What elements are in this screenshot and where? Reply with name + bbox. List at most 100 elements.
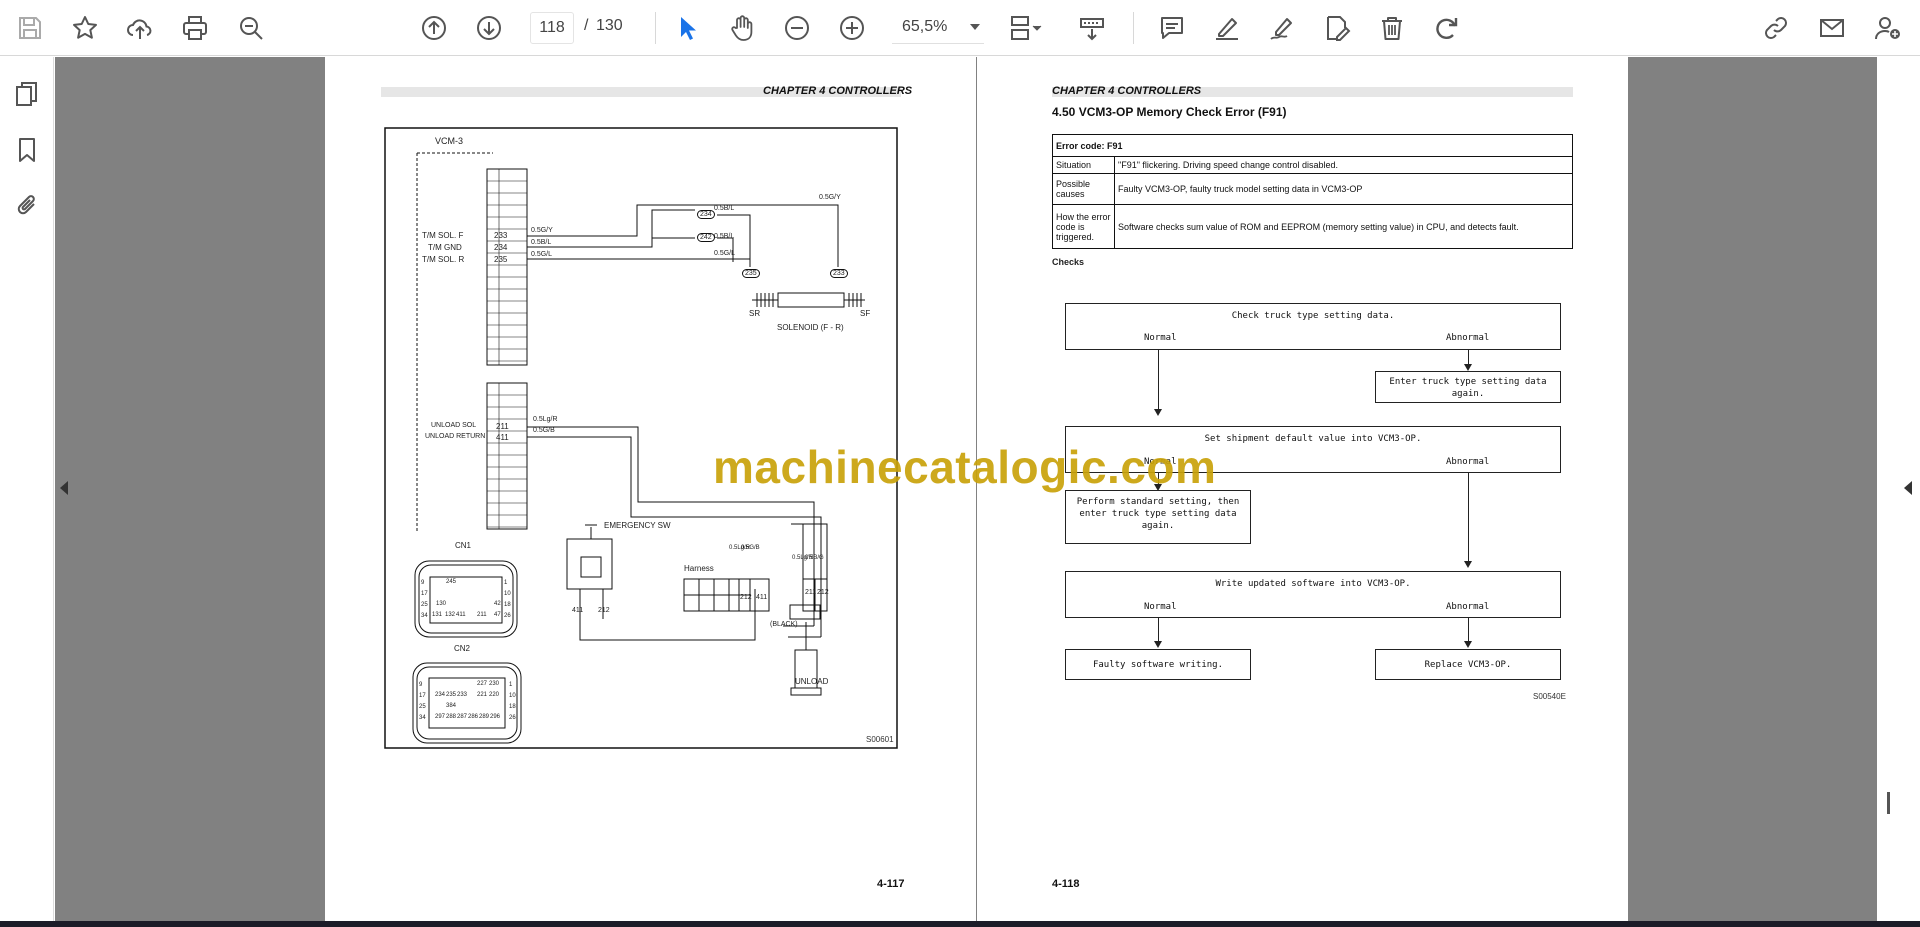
cn2-pin: 384 xyxy=(446,703,457,709)
edit-pdf-icon[interactable] xyxy=(1319,10,1355,46)
cn2-pin: 289 xyxy=(479,714,490,720)
next-page-icon[interactable] xyxy=(471,10,507,46)
pin-label: 212 xyxy=(598,607,610,614)
scroll-mode-icon[interactable] xyxy=(1074,10,1110,46)
right-panel-strip xyxy=(1877,57,1920,921)
highlight-pen-icon[interactable] xyxy=(1209,10,1245,46)
pin-bubble: 242 xyxy=(697,233,715,242)
row-pin: 235 xyxy=(494,255,508,264)
flow-label-abnormal: Abnormal xyxy=(1446,602,1490,612)
flow-label-abnormal: Abnormal xyxy=(1446,457,1490,467)
cn2-pin: 220 xyxy=(489,692,500,698)
cn2-label: CN2 xyxy=(454,644,471,653)
page-number: 4-117 xyxy=(877,878,905,890)
cn2-pin: 297 xyxy=(435,714,446,720)
zoom-level-value: 65,5% xyxy=(902,18,948,35)
add-user-icon[interactable] xyxy=(1870,10,1906,46)
zoom-level-dropdown[interactable]: 65,5% xyxy=(892,12,984,44)
delete-icon[interactable] xyxy=(1374,10,1410,46)
table-key-cell: How the error code is triggered. xyxy=(1052,204,1115,249)
pin-bubble: 233 xyxy=(830,269,848,278)
chevron-down-icon xyxy=(970,24,980,30)
select-cursor-icon[interactable] xyxy=(669,10,705,46)
row-wire: 0.5G/B xyxy=(533,427,555,434)
flow-arrow xyxy=(1154,641,1162,648)
flow-box-replace-vcm3: Replace VCM3-OP. xyxy=(1375,649,1561,680)
mail-icon[interactable] xyxy=(1814,10,1850,46)
emergency-switch-label: EMERGENCY SW xyxy=(604,521,671,530)
table-key-cell: Possible causes xyxy=(1052,173,1115,205)
wire-label: 0.5B/L xyxy=(714,233,735,240)
flow-arrow xyxy=(1154,409,1162,416)
cn1-pin: 42 xyxy=(494,601,501,607)
page-number-input[interactable]: 118 xyxy=(530,12,574,44)
scrollbar-thumb[interactable] xyxy=(1887,792,1890,814)
figure-code: S00540E xyxy=(1533,692,1566,701)
page-layout-icon[interactable] xyxy=(1002,10,1052,46)
sr-label: SR xyxy=(749,309,761,318)
cn1-pin: 211 xyxy=(477,612,487,618)
table-key-cell: Situation xyxy=(1052,156,1115,174)
print-icon[interactable] xyxy=(177,10,213,46)
page-total: 130 xyxy=(596,17,623,34)
cn2-pin: 221 xyxy=(477,692,488,698)
save-icon[interactable] xyxy=(12,10,48,46)
sign-icon[interactable] xyxy=(1264,10,1300,46)
attachment-icon[interactable] xyxy=(12,191,42,221)
row-pin: 211 xyxy=(496,422,509,431)
zoom-in-icon[interactable] xyxy=(834,10,870,46)
pin-label: 411 xyxy=(572,607,584,614)
cn2-pin: 234 xyxy=(435,692,446,698)
row-label: UNLOAD RETURN xyxy=(425,433,486,440)
watermark: machinecatalogic.com xyxy=(713,441,1217,493)
flow-box-perform-standard-setting: Perform standard setting, then enter tru… xyxy=(1065,490,1251,544)
zoom-out-icon[interactable] xyxy=(779,10,815,46)
prev-page-icon[interactable] xyxy=(416,10,452,46)
cn2-pin-col-left: 9 17 25 34 xyxy=(419,682,426,721)
cn2-pin: 235 xyxy=(446,692,457,698)
chapter-title: CHAPTER 4 CONTROLLERS xyxy=(1052,85,1202,97)
cn1-pin: 245 xyxy=(446,579,457,585)
flow-connector xyxy=(1158,350,1159,410)
cn1-pin-col-left: 9 17 25 34 xyxy=(421,580,428,619)
wire-label: 0.5G/L xyxy=(714,250,736,257)
row-wire: 0.5B/L xyxy=(531,239,552,246)
page-number: 4-118 xyxy=(1052,878,1080,890)
flow-label-abnormal: Abnormal xyxy=(1446,333,1490,343)
share-link-icon[interactable] xyxy=(1758,10,1794,46)
star-icon[interactable] xyxy=(67,10,103,46)
hand-icon[interactable] xyxy=(724,10,760,46)
collapse-left-panel-icon[interactable] xyxy=(60,481,68,495)
row-label: T/M SOL. R xyxy=(422,255,465,264)
row-label: T/M SOL. F xyxy=(422,231,464,240)
table-value-cell: Software checks sum value of ROM and EEP… xyxy=(1114,204,1573,249)
row-wire: 0.5Lg/R xyxy=(533,416,558,423)
wire-label: 0.5G/Y xyxy=(819,194,841,201)
cn1-pin: 47 xyxy=(494,612,501,618)
figure-code: S00601 xyxy=(866,735,894,744)
cn1-pin: 411 xyxy=(456,612,466,618)
comment-icon[interactable] xyxy=(1154,10,1190,46)
cloud-upload-icon[interactable] xyxy=(122,10,158,46)
flow-box-enter-truck-type: Enter truck type setting data again. xyxy=(1375,371,1561,403)
solenoid-label: SOLENOID (F - R) xyxy=(777,323,844,332)
cn2-pin: 230 xyxy=(489,681,500,687)
row-pin: 233 xyxy=(494,231,508,240)
bookmark-icon[interactable] xyxy=(12,135,42,165)
harness-label: Harness xyxy=(684,564,714,573)
pages-icon[interactable] xyxy=(12,79,42,109)
zoom-search-icon[interactable] xyxy=(233,10,269,46)
connector-label: VCM-3 xyxy=(435,136,464,146)
redo-icon[interactable] xyxy=(1429,10,1465,46)
cn2-pin: 227 xyxy=(477,681,488,687)
table-row: Situation "F91" flickering. Driving spee… xyxy=(1052,156,1573,174)
page-separator: / xyxy=(584,17,589,34)
side-panel xyxy=(0,57,54,921)
section-title: 4.50 VCM3-OP Memory Check Error (F91) xyxy=(1052,105,1287,119)
expand-right-panel-icon[interactable] xyxy=(1904,481,1912,495)
row-pin: 411 xyxy=(496,433,509,442)
flow-box-faulty-software: Faulty software writing. xyxy=(1065,649,1251,680)
cn2-pin: 233 xyxy=(457,692,468,698)
cn1-pin: 131 xyxy=(432,612,443,618)
row-label: T/M GND xyxy=(428,243,462,252)
